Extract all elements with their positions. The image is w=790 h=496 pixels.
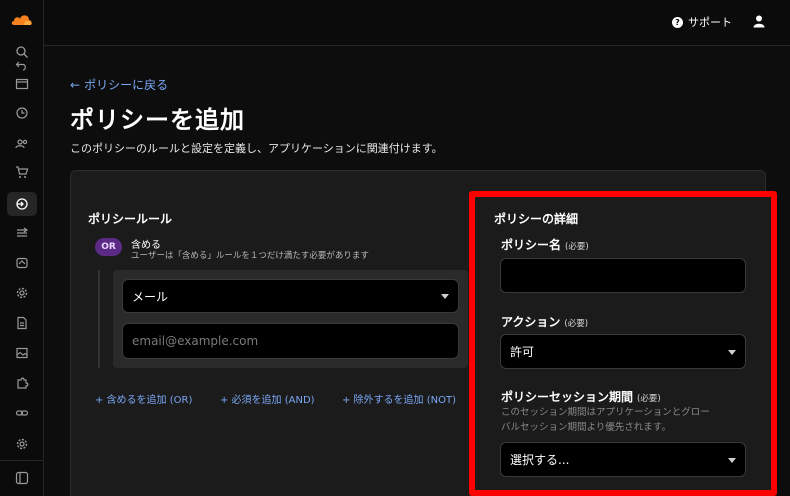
rule-selector-dropdown[interactable]: メール xyxy=(122,279,459,313)
session-duration-help: このセッション期間はアプリケーションとグローバルセッション期間より優先されます。 xyxy=(501,407,710,433)
required-tag: (必要) xyxy=(564,319,589,329)
document-icon[interactable] xyxy=(14,315,30,331)
cart-icon[interactable] xyxy=(14,164,30,180)
add-exclude-button[interactable]: + 除外するを追加 (NOT) xyxy=(342,391,456,406)
network-icon[interactable] xyxy=(14,255,30,271)
add-include-button[interactable]: + 含めるを追加 (OR) xyxy=(95,391,192,406)
browser-icon[interactable] xyxy=(14,76,30,92)
action-label: アクション (必要) xyxy=(501,313,588,330)
required-tag: (必要) xyxy=(637,394,661,404)
policy-name-label-text: ポリシー名 xyxy=(501,238,562,252)
action-label-text: アクション xyxy=(501,315,561,329)
policy-details-title: ポリシーの詳細 xyxy=(494,212,579,226)
session-duration-dropdown[interactable]: 選択する... xyxy=(500,442,746,477)
or-badge: OR xyxy=(95,238,122,256)
back-to-policies-link[interactable]: ← ポリシーに戻る xyxy=(70,76,168,93)
session-duration-label: ポリシーセッション期間 (必要) xyxy=(501,388,661,405)
user-icon[interactable] xyxy=(752,14,766,28)
access-icon[interactable] xyxy=(14,196,30,212)
session-duration-label-text: ポリシーセッション期間 xyxy=(501,390,634,404)
email-input[interactable] xyxy=(122,323,459,359)
policy-name-label: ポリシー名 (必要) xyxy=(501,236,589,253)
action-dropdown[interactable]: 許可 xyxy=(500,334,746,369)
gear-icon[interactable] xyxy=(14,436,30,452)
chevron-down-icon xyxy=(728,349,736,355)
page-description: このポリシーのルールと設定を定義し、アプリケーションに関連付けます。 xyxy=(70,142,443,155)
back-link-label: ポリシーに戻る xyxy=(84,78,169,92)
add-require-button[interactable]: + 必須を追加 (AND) xyxy=(220,391,315,406)
rail-divider xyxy=(0,460,44,461)
page-title: ポリシーを追加 xyxy=(70,106,245,134)
support-label: サポート xyxy=(688,16,732,29)
session-duration-value: 選択する... xyxy=(510,453,570,467)
settings-gear-icon[interactable] xyxy=(14,285,30,301)
users-icon[interactable] xyxy=(14,135,30,151)
chevron-down-icon xyxy=(441,294,449,299)
link-icon[interactable] xyxy=(14,405,30,421)
action-value: 許可 xyxy=(510,345,535,359)
rule-group-line xyxy=(98,270,100,368)
clock-icon[interactable] xyxy=(14,105,30,121)
gateway-icon[interactable] xyxy=(14,225,30,241)
cloudflare-logo[interactable] xyxy=(10,12,34,26)
support-button[interactable]: ? サポート xyxy=(672,14,732,30)
arrow-left-icon: ← xyxy=(70,77,81,92)
top-header: ? サポート xyxy=(44,0,790,46)
chevron-down-icon xyxy=(728,457,736,463)
rule-selector-value: メール xyxy=(132,289,169,304)
puzzle-icon[interactable] xyxy=(14,375,30,391)
image-icon[interactable] xyxy=(14,345,30,361)
panel-icon[interactable] xyxy=(14,470,30,486)
include-help-text: ユーザーは「含める」ルールを１つだけ満たす必要があります xyxy=(131,251,369,261)
undo-icon[interactable] xyxy=(14,58,30,74)
left-navigation-rail xyxy=(0,0,44,496)
help-icon: ? xyxy=(672,16,683,28)
policy-rules-title: ポリシールール xyxy=(88,212,173,226)
policy-name-input[interactable] xyxy=(500,258,746,293)
required-tag: (必要) xyxy=(565,242,589,252)
